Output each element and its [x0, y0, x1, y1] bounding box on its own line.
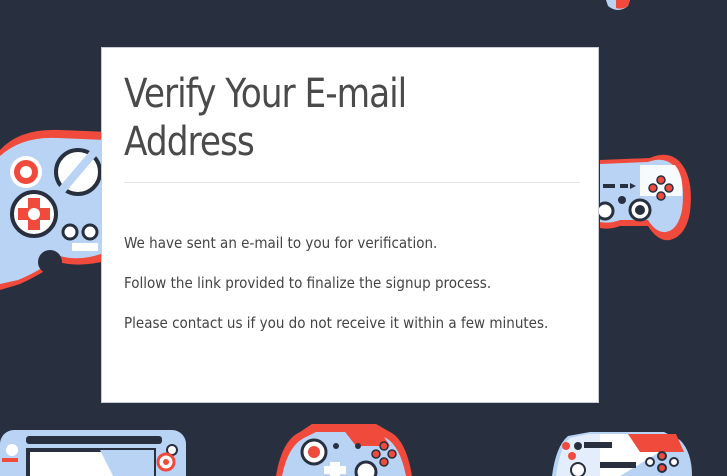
verification-card: Verify Your E-mail Address We have sent …	[101, 47, 599, 403]
game-controller-icon	[276, 424, 412, 476]
follow-link-message: Follow the link provided to finalize the…	[124, 274, 492, 292]
contact-us-message: Please contact us if you do not receive …	[124, 314, 549, 332]
gamepad-icon	[552, 432, 692, 476]
game-controller-icon	[0, 129, 110, 290]
verification-sent-message: We have sent an e-mail to you for verifi…	[124, 234, 438, 252]
gamepad-icon	[595, 154, 691, 241]
handheld-console-icon	[0, 430, 186, 476]
divider	[124, 182, 580, 183]
game-controller-icon	[606, 0, 630, 10]
page-title: Verify Your E-mail Address	[124, 71, 407, 165]
